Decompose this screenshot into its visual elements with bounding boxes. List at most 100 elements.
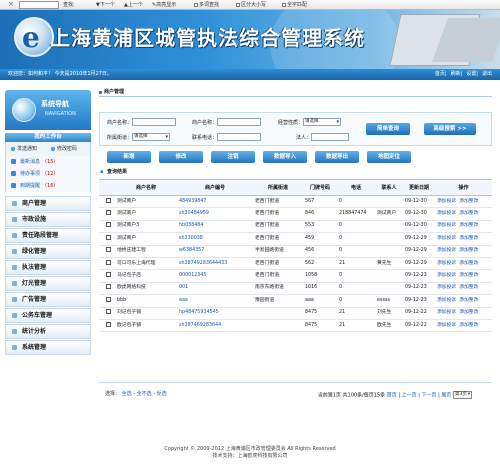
export-button[interactable]: 数据导出 [315, 151, 359, 163]
module-greening[interactable]: 绿化管理 [5, 244, 91, 259]
col-door-no[interactable]: 门牌号码 [303, 179, 337, 196]
map-locate-button[interactable]: 地图定位 [367, 151, 411, 163]
module-system[interactable]: 系统管理 [5, 340, 91, 355]
module-municipal[interactable]: 市政设施 [5, 212, 91, 227]
task-expiry-reminder[interactable]: 到期提醒 （16） [5, 180, 91, 192]
module-merchant[interactable]: 商户管理 [5, 196, 91, 211]
table-row[interactable]: 刘记包子铺 hp48475934545 8475 21 刘先生 09-12-22 添加投诉添… [99, 307, 492, 320]
support-line: 技术支持：上海欧虎科技有限公司 [212, 453, 288, 459]
add-complaint-link[interactable]: 添加投诉 [437, 261, 456, 266]
first-page-link[interactable]: 首页 [387, 393, 397, 399]
add-rectify-link[interactable]: 添加整改 [459, 285, 478, 290]
col-phone[interactable]: 电话 [337, 179, 375, 196]
find-input[interactable] [19, 1, 59, 9]
row-checkbox[interactable] [105, 321, 111, 327]
add-rectify-link[interactable]: 添加整改 [459, 236, 478, 241]
street-cell [253, 319, 303, 333]
module-vehicle[interactable]: 公务车管理 [5, 308, 91, 323]
add-complaint-link[interactable]: 添加投诉 [437, 310, 456, 315]
merchant-name-cell: 测试商户 [115, 207, 177, 221]
operations-cell: 添加投诉 添加整改 [435, 195, 492, 209]
change-password-link[interactable]: 修改密码 [51, 146, 77, 152]
module-advertising[interactable]: 广告管理 [5, 292, 91, 307]
task-latest-messages[interactable]: 最新消息 （15） [5, 156, 91, 168]
task-count: （15） [42, 159, 59, 165]
edit-button[interactable]: 修改 [159, 151, 203, 163]
add-rectify-link[interactable]: 添加整改 [459, 261, 478, 266]
send-notice-link[interactable]: 发送通知 [11, 146, 37, 152]
row-checkbox[interactable] [105, 210, 111, 216]
contact-cell: 刘先生 [375, 307, 403, 320]
table-row[interactable]: 地桥庄建工程 w6384357 半淞园路街道 456 0 09-12-29 添加投诉 添加整改 [99, 245, 492, 258]
table-row[interactable]: bbb aaa 豫园街道 aaa 0 essss 09-12-23 添加投诉 添加整改 [99, 294, 492, 308]
add-complaint-link[interactable]: 添加投诉 [437, 211, 456, 216]
prev-page-link[interactable]: 上一页 [402, 393, 417, 399]
module-enforcement[interactable]: 执法管理 [5, 260, 91, 275]
add-complaint-link[interactable]: 添加投诉 [437, 298, 456, 303]
task-todo[interactable]: 待办事项 （12） [5, 168, 91, 180]
door-no-cell: aaa [303, 294, 337, 308]
contact-cell: 欧先生 [375, 319, 403, 333]
add-rectify-link[interactable]: 添加整改 [459, 310, 478, 315]
col-merchant-no[interactable]: 商户编号 [177, 179, 253, 196]
add-rectify-link[interactable]: 添加整改 [459, 323, 478, 328]
row-checkbox[interactable] [105, 309, 111, 315]
add-rectify-link[interactable]: 添加整改 [459, 273, 478, 278]
key-icon [51, 146, 55, 151]
cancel-merchant-button[interactable]: 注销 [211, 151, 255, 163]
operations-cell: 添加投诉 添加整改 [435, 294, 492, 308]
table-row[interactable]: 马记包子店 000012345 老西门街道 1058 0 09-12-23 添加投诉 添加整改 [99, 269, 492, 283]
add-complaint-link[interactable]: 添加投诉 [437, 248, 456, 253]
next-page-link[interactable]: 下一页 [422, 393, 437, 399]
contact-cell [375, 232, 403, 246]
merchant-name-cell: 刘记包子铺 [115, 307, 177, 320]
select-none-link[interactable]: 全不选 [137, 391, 152, 397]
street-cell: 老西门街道 [253, 269, 303, 283]
add-complaint-link[interactable]: 添加投诉 [437, 236, 456, 241]
add-button[interactable]: 新增 [107, 151, 151, 163]
table-row[interactable]: 测试商户3 hb038484 老西门街道 553 0 09-12-30 添加投诉 添加整改 [99, 220, 492, 234]
add-rectify-link[interactable]: 添加整改 [459, 298, 478, 303]
module-icon [12, 201, 17, 206]
last-page-link[interactable]: 尾页 [441, 393, 451, 399]
row-checkbox[interactable] [105, 222, 111, 228]
page-jump-select[interactable]: 第3页 [453, 391, 472, 399]
add-rectify-link[interactable]: 添加整改 [459, 211, 478, 216]
table-row[interactable]: 可口可乐上海代理 sh38749283644433 老西门街道 562 21 黄先生 09-… [99, 257, 492, 271]
module-road-section[interactable]: 责任路段管理 [5, 228, 91, 243]
select-all-link[interactable]: 全选 [122, 391, 132, 397]
row-checkbox[interactable] [105, 272, 111, 278]
module-statistics[interactable]: 统计分析 [5, 324, 91, 339]
module-lighting[interactable]: 灯光管理 [5, 276, 91, 291]
col-update-date[interactable]: 更新日期 [403, 179, 435, 196]
row-checkbox[interactable] [105, 234, 111, 240]
reminder-icon [11, 183, 16, 188]
select-invert-link[interactable]: 反选 [157, 391, 167, 397]
col-merchant-name[interactable]: 商户名称 [115, 179, 177, 196]
add-rectify-link[interactable]: 添加整改 [459, 248, 478, 253]
table-row[interactable]: 测试商户 sh330038 老西门街道 459 0 09-12-29 添加投诉 添加整改 [99, 232, 492, 246]
add-complaint-link[interactable]: 添加投诉 [437, 199, 456, 204]
operations-cell: 添加投诉 添加整改 [435, 269, 492, 283]
table-row[interactable]: 欧记包子铺 sh387469283644 8475 21 欧先生 09-12-22 添加投诉… [99, 319, 492, 333]
module-icon [12, 345, 17, 350]
table-row[interactable]: 欧虎网络科技 001 南京东路街道 1016 0 09-12-23 添加投诉 添加整改 [99, 282, 492, 296]
row-checkbox[interactable] [105, 197, 111, 203]
col-street[interactable]: 所属街道 [253, 179, 303, 196]
add-complaint-link[interactable]: 添加投诉 [437, 273, 456, 278]
add-complaint-link[interactable]: 添加投诉 [437, 223, 456, 228]
main-lower: 新增 修改 注销 数据导入 数据导出 地图定位 查询结果 商户名称 商户编号 所… [99, 0, 492, 475]
row-checkbox[interactable] [105, 284, 111, 290]
add-rectify-link[interactable]: 添加整改 [459, 199, 478, 204]
close-icon[interactable]: × [8, 1, 14, 8]
row-checkbox[interactable] [105, 247, 111, 253]
add-complaint-link[interactable]: 添加投诉 [437, 285, 456, 290]
table-row[interactable]: 测试商户 sh30484959 老西门街道 846 218847474 测试商户 09-12… [99, 207, 492, 221]
row-checkbox[interactable] [105, 259, 111, 265]
add-complaint-link[interactable]: 添加投诉 [437, 323, 456, 328]
import-button[interactable]: 数据导入 [263, 151, 307, 163]
row-checkbox[interactable] [105, 296, 111, 302]
table-row[interactable]: 测试商户 484939847 老西门街道 567 0 09-12-30 添加投诉 添加整改 [99, 195, 492, 209]
add-rectify-link[interactable]: 添加整改 [459, 223, 478, 228]
col-contact[interactable]: 联系人 [375, 179, 403, 196]
